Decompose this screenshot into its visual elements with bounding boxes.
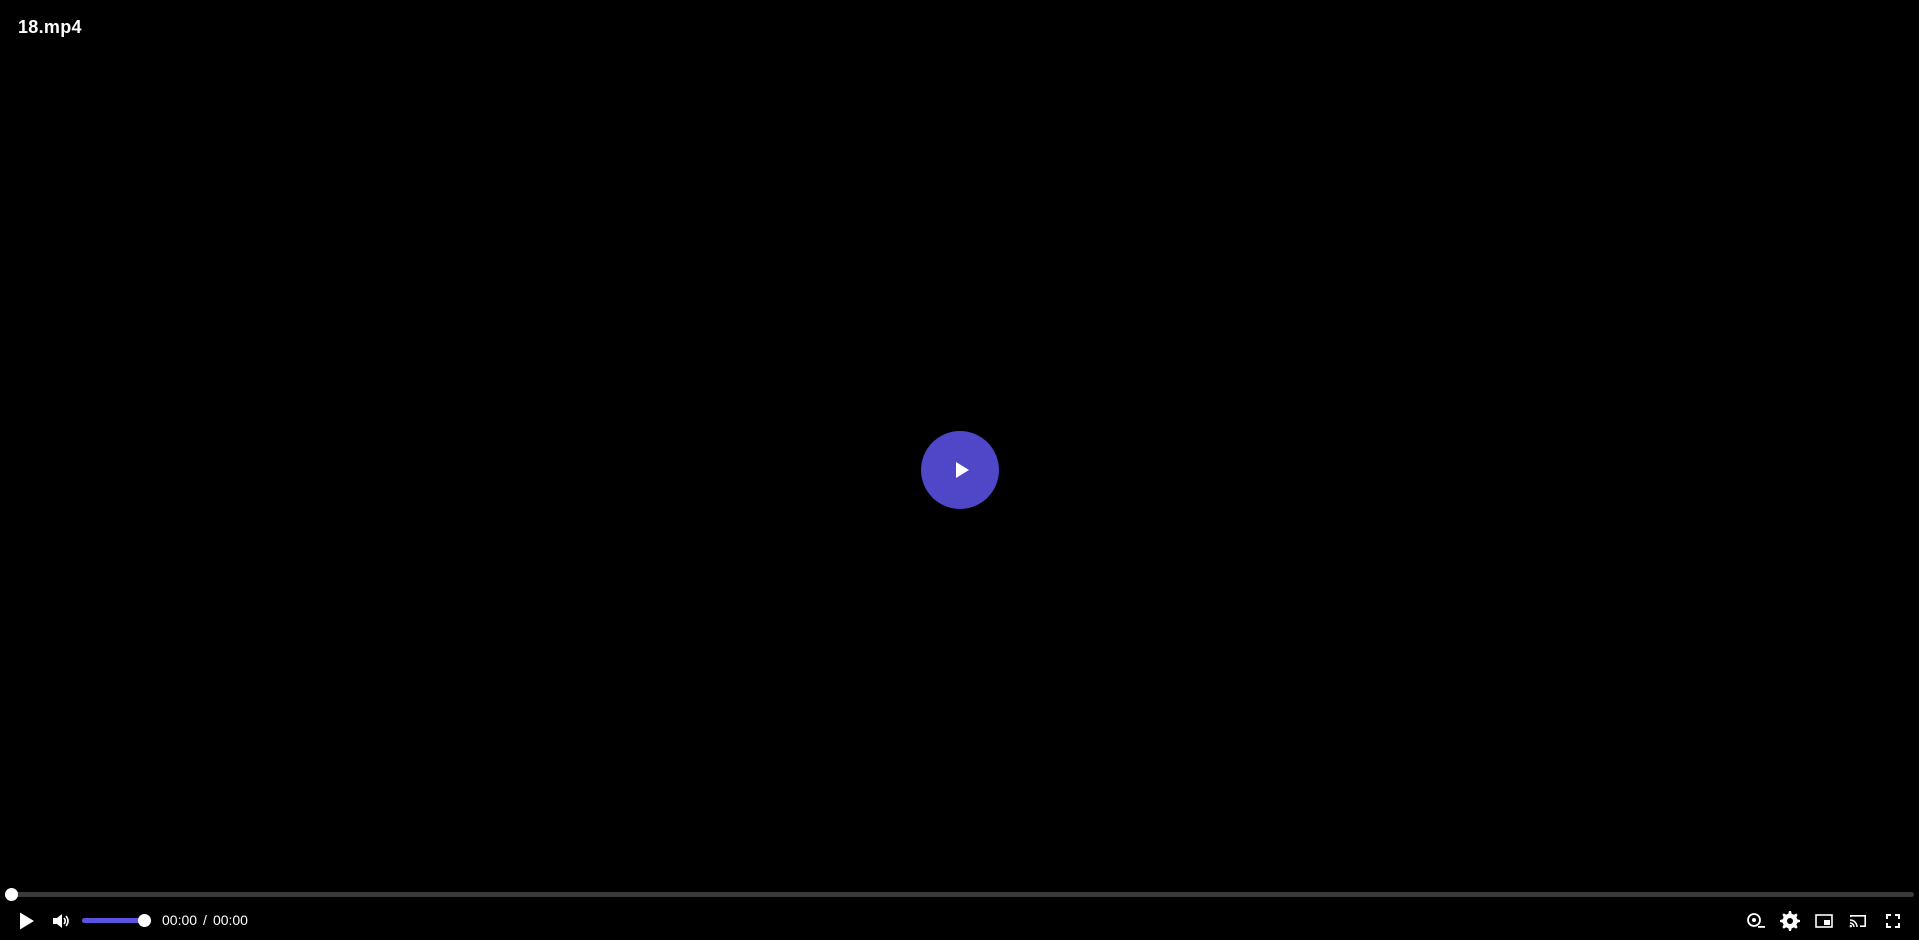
control-bar: 00:00 / 00:00 — [0, 900, 1919, 938]
picture-in-picture-icon — [1815, 914, 1833, 928]
play-icon — [20, 912, 34, 930]
playback-speed-button[interactable] — [1744, 909, 1768, 933]
duration: 00:00 — [212, 912, 248, 928]
play-icon — [955, 462, 969, 478]
current-time: 00:00 — [162, 912, 198, 928]
cast-icon — [1849, 915, 1866, 928]
volume-thumb[interactable] — [138, 914, 151, 927]
video-title: 18.mp4 — [18, 17, 82, 37]
playback-speed-icon — [1747, 913, 1765, 928]
fullscreen-icon — [1886, 914, 1900, 928]
volume-slider[interactable] — [82, 914, 151, 927]
picture-in-picture-button[interactable] — [1812, 909, 1836, 933]
settings-button[interactable] — [1778, 909, 1802, 933]
video-player[interactable]: 18.mp4 00:00 / 00:00 — [0, 0, 1919, 940]
gear-icon — [1780, 911, 1800, 931]
volume-icon — [53, 914, 69, 928]
volume-fill — [82, 918, 144, 923]
mute-button[interactable] — [49, 909, 73, 933]
progress-bar[interactable] — [5, 888, 1914, 901]
cast-button[interactable] — [1846, 909, 1870, 933]
big-play-button[interactable] — [921, 431, 999, 509]
time-separator: / — [203, 912, 207, 928]
fullscreen-button[interactable] — [1881, 909, 1905, 933]
time-display: 00:00 / 00:00 — [162, 912, 248, 928]
play-button[interactable] — [14, 909, 38, 933]
